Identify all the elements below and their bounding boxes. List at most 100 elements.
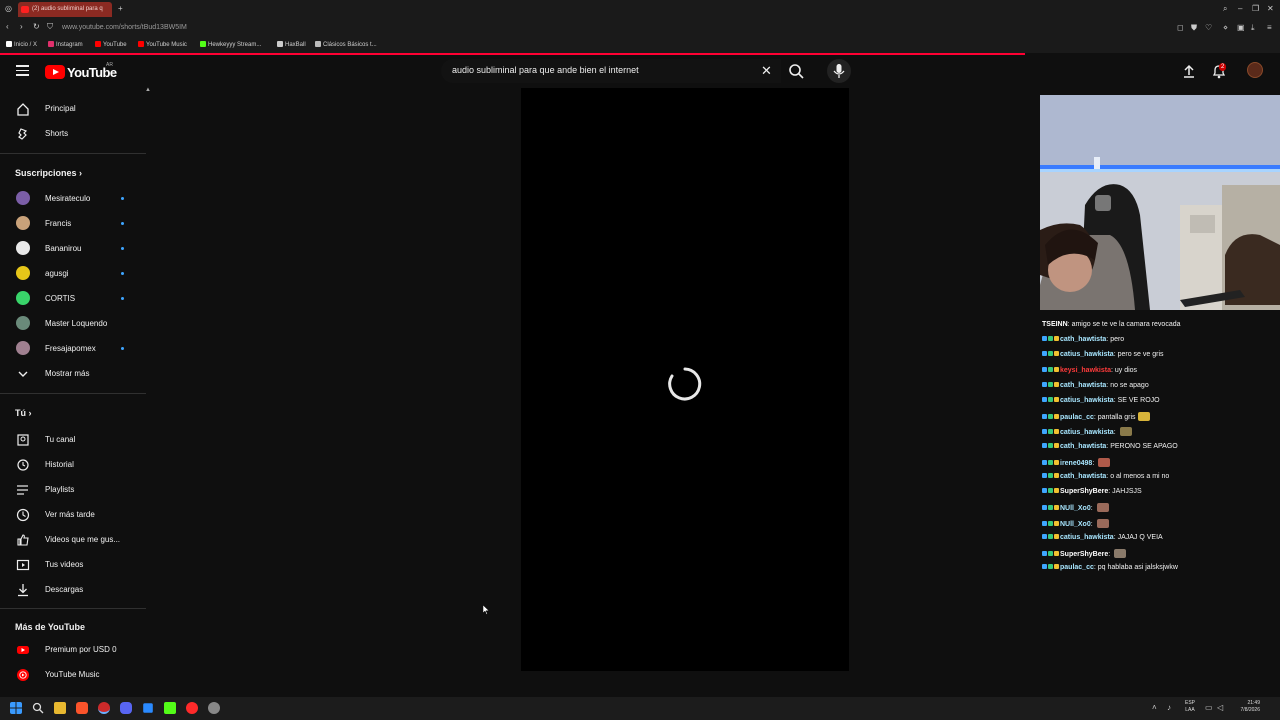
- downloads-icon[interactable]: ⤓: [1251, 23, 1255, 33]
- tray-overflow-icon[interactable]: ˄: [1152, 703, 1157, 712]
- chat-badge-icon: [1054, 551, 1059, 556]
- opera-gx-icon[interactable]: [98, 702, 110, 714]
- guide-menu-button[interactable]: [16, 65, 29, 76]
- browser-settings-icon[interactable]: ≡: [1267, 23, 1272, 32]
- bookmark-item[interactable]: Inicio / X: [6, 41, 37, 48]
- sidebar-item-label: Historial: [45, 460, 74, 469]
- sidebar-item-subscription[interactable]: Bananirou: [0, 236, 146, 261]
- wallet-icon[interactable]: ▣: [1237, 23, 1245, 32]
- new-tab-icon[interactable]: +: [118, 4, 123, 13]
- minimize-icon[interactable]: –: [1238, 4, 1242, 13]
- channel-name: Mesirateculo: [45, 194, 91, 203]
- new-content-dot: [121, 247, 124, 250]
- chat-badge-icon: [1054, 564, 1059, 570]
- chat-badge-icon: [1048, 442, 1053, 448]
- sidebar-item-channel[interactable]: Tu canal: [0, 427, 146, 452]
- reload-icon[interactable]: ↻: [33, 22, 40, 31]
- bookmark-icon[interactable]: ◻: [1177, 23, 1184, 32]
- x-icon: [6, 41, 12, 47]
- url-field[interactable]: www.youtube.com/shorts/tBud13BW5IM: [62, 24, 187, 31]
- steam-icon[interactable]: [208, 702, 220, 714]
- chat-username: paulac_cc: [1060, 564, 1094, 572]
- sidebar-item-subscription[interactable]: Mesirateculo: [0, 186, 146, 211]
- sidebar-item-subscription[interactable]: Master Loquendo: [0, 311, 146, 336]
- instagram-icon: [48, 41, 54, 47]
- chat-username: NUll_Xo0: [1060, 505, 1091, 513]
- brave-browser-icon[interactable]: [76, 702, 88, 714]
- close-window-icon[interactable]: ✕: [1267, 4, 1274, 13]
- discord-icon[interactable]: [120, 702, 132, 714]
- app-icon[interactable]: [143, 703, 153, 713]
- sidebar-item-subscription[interactable]: Francis: [0, 211, 146, 236]
- input-language-indicator[interactable]: ESP LAA: [1185, 700, 1195, 714]
- chat-username: cath_hawtista: [1060, 336, 1107, 344]
- volume-icon[interactable]: ◁: [1217, 703, 1223, 712]
- bookmark-item[interactable]: YouTube: [95, 41, 127, 48]
- chat-badge-icon: [1048, 397, 1053, 402]
- sidebar-item-premium[interactable]: Premium por USD 0: [0, 637, 146, 662]
- bookmark-item[interactable]: Hewkeyyy Stream...: [200, 41, 261, 48]
- sidebar-item-downloads[interactable]: Descargas: [0, 577, 146, 602]
- windows-start-icon[interactable]: [10, 702, 22, 714]
- sidebar-item-subscription[interactable]: agusgi: [0, 261, 146, 286]
- account-avatar[interactable]: [1247, 62, 1263, 78]
- sidebar-item-playlists[interactable]: Playlists: [0, 477, 146, 502]
- bookmark-item[interactable]: YouTube Music: [138, 41, 187, 48]
- chat-message: NUll_Xo0:: [1042, 518, 1109, 528]
- taskbar-search-icon[interactable]: [32, 702, 44, 714]
- back-icon[interactable]: ‹: [6, 22, 9, 31]
- channel-avatar: [16, 316, 30, 330]
- chat-username: catius_hawkista: [1060, 397, 1114, 404]
- channel-avatar: [16, 291, 30, 305]
- bookmark-item[interactable]: Instagram: [48, 41, 83, 48]
- heart-icon[interactable]: ♡: [1205, 23, 1212, 32]
- chat-username: SuperShyBere: [1060, 488, 1109, 496]
- chat-text: no se apago: [1110, 381, 1149, 389]
- sidebar-item-youtube-music[interactable]: YouTube Music: [0, 662, 146, 687]
- forward-icon[interactable]: ›: [20, 22, 23, 31]
- browser-menu-icon[interactable]: ◎: [5, 4, 12, 13]
- system-clock[interactable]: 21:49 7/8/2026: [1234, 700, 1260, 714]
- chat-text: o al menos a mi no: [1110, 473, 1170, 480]
- sidebar-item-watch-later[interactable]: Ver más tarde: [0, 502, 146, 527]
- sidebar-item-history[interactable]: Historial: [0, 452, 146, 477]
- voice-search-button[interactable]: [827, 59, 851, 83]
- your-videos-icon: [16, 559, 30, 571]
- sidebar-item-principal[interactable]: Principal: [0, 96, 146, 121]
- search-tabs-icon[interactable]: ⌕: [1223, 4, 1227, 14]
- adblock-icon[interactable]: ⛊: [1191, 23, 1197, 33]
- create-button[interactable]: [1181, 63, 1197, 79]
- chat-badge-icon: [1054, 366, 1059, 372]
- sidebar-item-your-videos[interactable]: Tus videos: [0, 552, 146, 577]
- media-player-icon[interactable]: [186, 702, 198, 714]
- sidebar-item-subscription[interactable]: Fresajapomex: [0, 336, 146, 361]
- sidebar-item-liked-videos[interactable]: Videos que me gus...: [0, 527, 146, 552]
- maximize-icon[interactable]: ❐: [1252, 4, 1259, 13]
- bookmark-item[interactable]: HaxBall: [277, 41, 306, 48]
- file-explorer-icon[interactable]: [54, 702, 66, 714]
- show-more-label: Mostrar más: [45, 369, 90, 378]
- search-button[interactable]: [783, 59, 811, 83]
- bookmark-item[interactable]: Clásicos Básicos t...: [315, 41, 377, 48]
- kick-icon[interactable]: [164, 702, 176, 714]
- search-input[interactable]: audio subliminal para que ande bien el i…: [452, 65, 639, 75]
- sidebar-item-shorts[interactable]: Shorts: [0, 121, 146, 146]
- tray-mic-icon[interactable]: ♪: [1167, 703, 1171, 712]
- shield-icon[interactable]: ⛉: [47, 22, 53, 32]
- sidebar-scroll-up-icon[interactable]: ▲: [145, 87, 151, 93]
- chat-badge-icon: [1048, 488, 1053, 494]
- search-box[interactable]: audio subliminal para que ande bien el i…: [441, 59, 781, 83]
- browser-tab[interactable]: (2) audio subliminal para q: [18, 2, 112, 17]
- network-icon[interactable]: ▭: [1205, 703, 1213, 712]
- chat-badge-icon: [1054, 397, 1059, 402]
- you-heading[interactable]: Tú ›: [15, 408, 32, 418]
- clear-search-icon[interactable]: ✕: [761, 63, 772, 79]
- sidebar-item-subscription[interactable]: CORTIS: [0, 286, 146, 311]
- sidebar-divider: [0, 153, 146, 154]
- youtube-music-icon: [138, 41, 144, 47]
- chat-emote-icon: [1098, 457, 1111, 467]
- extensions-icon[interactable]: ⋄: [1223, 23, 1228, 32]
- chat-badge-icon: [1048, 366, 1053, 372]
- subscriptions-heading[interactable]: Suscripciones ›: [15, 168, 82, 178]
- show-more-button[interactable]: Mostrar más: [0, 361, 146, 386]
